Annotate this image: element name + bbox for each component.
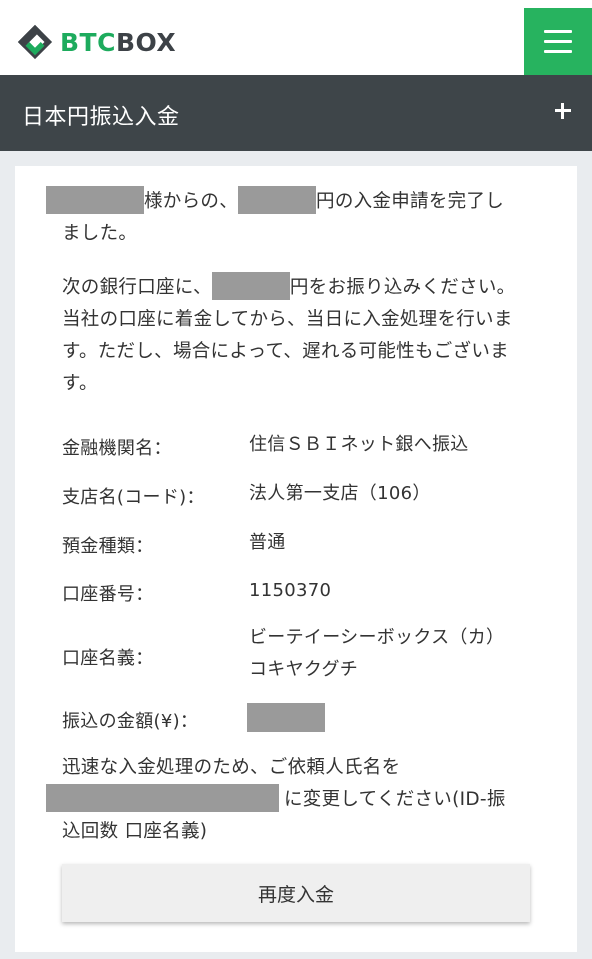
- hamburger-menu-icon-bar: [544, 30, 572, 33]
- message-text: ました。: [62, 223, 138, 244]
- redacted-amount: [211, 272, 290, 300]
- redeposit-button[interactable]: 再度入金: [62, 864, 530, 922]
- remitter-instruction-line3: 込回数 口座名義): [62, 821, 208, 842]
- account-holder-line: コキヤクグチ: [249, 659, 359, 680]
- logo-btc: BTC: [60, 27, 116, 57]
- bank-name-value: 住信ＳＢＩネット銀へ振込: [249, 434, 469, 455]
- message-text: 様からの、: [144, 191, 239, 212]
- btcbox-logo[interactable]: BTCBOX: [16, 22, 176, 62]
- remitter-instruction-line1: 迅速な入金処理のため、ご依頼人氏名を: [62, 757, 401, 778]
- bank-instruction-message: 次の銀行口座に、 円をお振り込みください。当社の口座に着金してから、当日に入金処理…: [62, 272, 524, 400]
- bank-name-label: 金融機関名：: [62, 438, 172, 459]
- message-text: 円をお振り込みくださ: [289, 277, 478, 298]
- completion-message: 様からの、 円の入金申請を完了し ました。: [46, 186, 526, 250]
- logo-box: BOX: [115, 27, 177, 57]
- account-holder-line: ビーテイーシーボックス（カ）: [249, 627, 505, 648]
- top-navbar: BTCBOX: [0, 0, 592, 75]
- account-holder-value: ビーテイーシーボックス（カ） コキヤクグチ: [249, 622, 504, 686]
- redacted-transfer-amount: [247, 703, 325, 732]
- logo-wordmark: BTCBOX: [60, 28, 176, 57]
- account-number-label: 口座番号：: [62, 584, 154, 605]
- account-type-value: 普通: [249, 532, 286, 553]
- branch-label: 支店名(コード)：: [62, 487, 205, 508]
- redacted-amount: [238, 186, 317, 214]
- branch-value: 法人第一支店（106）: [249, 483, 431, 504]
- plus-icon[interactable]: [552, 100, 574, 122]
- account-number-value: 1150370: [249, 580, 332, 601]
- account-holder-label: 口座名義：: [62, 648, 154, 669]
- account-type-label: 預金種類：: [62, 536, 154, 557]
- hamburger-menu-button[interactable]: [524, 8, 592, 75]
- message-text: 円の入金申請を完了し: [316, 191, 505, 212]
- hamburger-menu-icon-bar: [544, 40, 572, 43]
- message-text: 次の銀行口座に、: [62, 277, 212, 298]
- hamburger-menu-icon-bar: [544, 50, 572, 53]
- section-title: 日本円振込入金: [22, 105, 180, 130]
- remitter-instruction-line2: に変更してください(ID-振: [284, 789, 506, 810]
- btcbox-logo-icon: [17, 24, 53, 60]
- section-header[interactable]: 日本円振込入金: [0, 75, 592, 151]
- transfer-amount-label: 振込の金額(¥)：: [62, 711, 199, 732]
- redacted-remitter-name: [46, 784, 279, 812]
- redacted-name: [46, 186, 144, 214]
